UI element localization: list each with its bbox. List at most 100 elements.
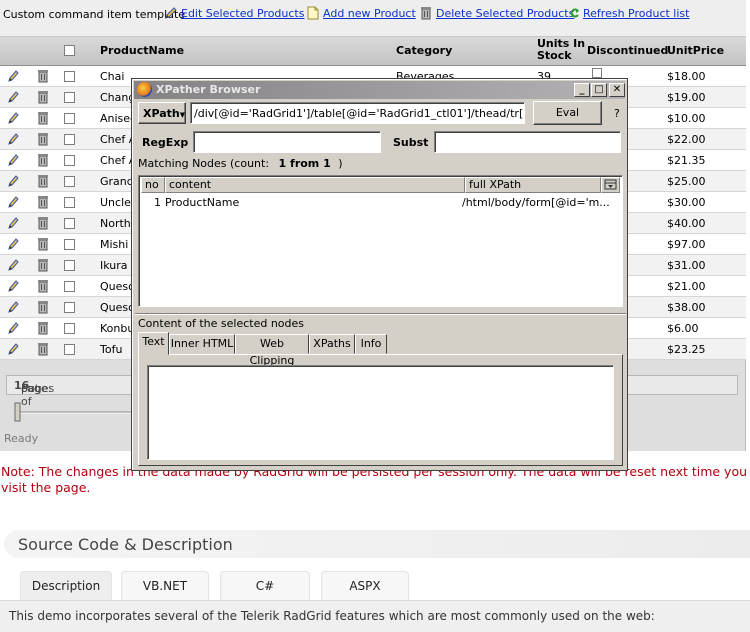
tab-csharp[interactable]: C# <box>220 571 310 600</box>
help-button[interactable]: ? <box>614 107 620 120</box>
pencil-icon[interactable] <box>8 132 20 146</box>
tab-text[interactable]: Text <box>138 332 169 355</box>
regexp-label: RegExp <box>142 136 189 149</box>
unit-price-cell: $97.00 <box>667 238 706 251</box>
trash-icon[interactable] <box>37 216 49 230</box>
pencil-icon[interactable] <box>8 216 20 230</box>
column-no[interactable]: no <box>141 177 165 193</box>
pencil-icon[interactable] <box>8 111 20 125</box>
trash-icon[interactable] <box>37 321 49 335</box>
row-select-checkbox[interactable] <box>64 260 75 271</box>
tab-description[interactable]: Description <box>20 571 112 600</box>
trash-icon[interactable] <box>37 174 49 188</box>
tab-aspx[interactable]: ASPX <box>321 571 409 600</box>
row-select-checkbox[interactable] <box>64 134 75 145</box>
matching-prefix: Matching Nodes (count: <box>138 157 270 170</box>
refresh-icon <box>570 6 580 20</box>
unit-price-cell: $6.00 <box>667 322 699 335</box>
header-unit-price[interactable]: UnitPrice <box>667 44 724 57</box>
trash-icon[interactable] <box>37 69 49 83</box>
trash-icon[interactable] <box>37 300 49 314</box>
header-units-in-stock[interactable]: Units In Stock <box>537 38 585 62</box>
trash-icon[interactable] <box>37 90 49 104</box>
row-select-checkbox[interactable] <box>64 302 75 313</box>
trash-icon[interactable] <box>37 195 49 209</box>
trash-icon[interactable] <box>37 111 49 125</box>
row-select-checkbox[interactable] <box>64 155 75 166</box>
row-select-checkbox[interactable] <box>64 176 75 187</box>
tab-info[interactable]: Info <box>355 334 387 354</box>
row-select-checkbox[interactable] <box>64 218 75 229</box>
header-category[interactable]: Category <box>396 44 452 57</box>
firefox-icon <box>137 82 152 97</box>
product-name-cell: Konbu <box>100 322 135 335</box>
row-select-checkbox[interactable] <box>64 239 75 250</box>
header-product-name[interactable]: ProductName <box>100 44 184 57</box>
add-product-label[interactable]: Add new Product <box>323 7 416 20</box>
discontinued-checkbox[interactable] <box>592 68 602 78</box>
unit-price-cell: $21.35 <box>667 154 706 167</box>
trash-icon[interactable] <box>37 132 49 146</box>
maximize-button[interactable]: □ <box>591 83 607 97</box>
row-select-checkbox[interactable] <box>64 323 75 334</box>
description-text: This demo incorporates several of the Te… <box>9 609 655 623</box>
unit-price-cell: $22.00 <box>667 133 706 146</box>
add-product-button[interactable]: Add new Product <box>306 4 416 22</box>
header-discontinued[interactable]: Discontinued <box>587 44 668 57</box>
pencil-icon[interactable] <box>8 174 20 188</box>
trash-icon[interactable] <box>37 342 49 356</box>
column-content[interactable]: content <box>165 177 465 193</box>
xpath-input[interactable]: /div[@id='RadGrid1']/table[@id='RadGrid1… <box>190 102 525 124</box>
splitter[interactable] <box>135 313 626 315</box>
row-select-checkbox[interactable] <box>64 113 75 124</box>
row-select-checkbox[interactable] <box>64 197 75 208</box>
tab-inner-html[interactable]: Inner HTML <box>169 334 235 354</box>
content-textarea[interactable] <box>147 365 614 460</box>
tab-xpaths[interactable]: XPaths <box>309 334 355 354</box>
edit-selected-button[interactable]: Edit Selected Products <box>164 4 304 22</box>
xpath-dropdown[interactable]: XPath▼ <box>138 102 186 124</box>
pencil-icon[interactable] <box>8 69 20 83</box>
close-button[interactable]: ✕ <box>609 83 625 97</box>
select-all-checkbox[interactable] <box>64 45 75 56</box>
content-label: Content of the selected nodes <box>138 317 305 330</box>
row-select-checkbox[interactable] <box>64 92 75 103</box>
eval-button[interactable]: Eval <box>533 101 602 125</box>
pencil-icon[interactable] <box>8 258 20 272</box>
regexp-input[interactable] <box>193 131 381 153</box>
trash-icon[interactable] <box>37 153 49 167</box>
pencil-icon[interactable] <box>8 237 20 251</box>
row-select-checkbox[interactable] <box>64 281 75 292</box>
pencil-icon[interactable] <box>8 195 20 209</box>
pencil-icon[interactable] <box>8 321 20 335</box>
tab-vbnet[interactable]: VB.NET <box>121 571 209 600</box>
column-picker-icon[interactable] <box>601 177 620 193</box>
pencil-icon[interactable] <box>8 279 20 293</box>
trash-icon[interactable] <box>37 279 49 293</box>
subst-input[interactable] <box>434 131 621 153</box>
row-select-checkbox[interactable] <box>64 71 75 82</box>
dropdown-arrow-icon: ▼ <box>179 111 186 119</box>
tab-web-clipping[interactable]: Web Clipping <box>235 334 309 367</box>
dialog-titlebar[interactable]: XPather Browser _ □ ✕ <box>134 81 625 99</box>
pencil-icon <box>164 6 178 20</box>
node-no: 1 <box>154 196 161 209</box>
unit-price-cell: $18.00 <box>667 70 706 83</box>
refresh-button[interactable]: Refresh Product list <box>570 4 689 22</box>
pencil-icon[interactable] <box>8 90 20 104</box>
pencil-icon[interactable] <box>8 342 20 356</box>
matching-nodes-label: Matching Nodes (count: 1 from 1 ) <box>138 157 343 170</box>
pencil-icon[interactable] <box>8 300 20 314</box>
pencil-icon[interactable] <box>8 153 20 167</box>
trash-icon[interactable] <box>37 237 49 251</box>
row-select-checkbox[interactable] <box>64 344 75 355</box>
refresh-label[interactable]: Refresh Product list <box>583 7 689 20</box>
delete-selected-button[interactable]: Delete Selected Products <box>419 4 574 22</box>
column-full-xpath[interactable]: full XPath <box>465 177 601 193</box>
edit-selected-label[interactable]: Edit Selected Products <box>181 7 304 20</box>
description-panel: This demo incorporates several of the Te… <box>0 600 750 632</box>
product-name-cell: Chai <box>100 70 125 83</box>
delete-selected-label[interactable]: Delete Selected Products <box>436 7 574 20</box>
minimize-button[interactable]: _ <box>574 83 590 97</box>
trash-icon[interactable] <box>37 258 49 272</box>
